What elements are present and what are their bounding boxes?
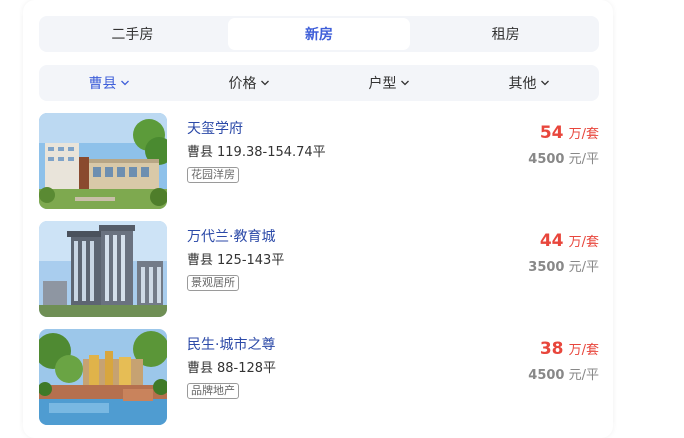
listing-district: 曹县 <box>187 361 214 376</box>
unit-price-unit: 元/平 <box>568 260 599 275</box>
listing-name[interactable]: 民生·城市之尊 <box>187 335 276 355</box>
total-price: 38 <box>539 339 564 359</box>
total-price-unit: 万/套 <box>568 343 599 358</box>
listing-meta: 曹县 88-128平 <box>187 360 276 378</box>
listing-price: 38 万/套 4500 元/平 <box>528 338 599 383</box>
property-type-tabs: 二手房 新房 租房 <box>39 16 599 52</box>
listing-area: 88-128平 <box>217 361 277 376</box>
listing-list: 天玺学府 曹县 119.38-154.74平 花园洋房 54 万/套 4500 元… <box>39 113 599 437</box>
listing-photo[interactable] <box>39 221 167 317</box>
listing-name[interactable]: 天玺学府 <box>187 119 326 139</box>
chevron-down-icon <box>260 78 270 88</box>
listing-info: 民生·城市之尊 曹县 88-128平 品牌地产 <box>187 335 276 399</box>
chevron-down-icon <box>120 78 130 88</box>
filter-other[interactable]: 其他 <box>459 73 599 93</box>
listing-card: 二手房 新房 租房 曹县 价格 户型 其他 天玺学府 曹县 119.38-154… <box>23 0 613 438</box>
total-price: 54 <box>539 123 564 143</box>
tab-new-homes[interactable]: 新房 <box>227 18 411 50</box>
unit-price-unit: 元/平 <box>568 368 599 383</box>
listing-district: 曹县 <box>187 253 214 268</box>
listing-tag: 品牌地产 <box>187 383 239 399</box>
listing-area: 125-143平 <box>217 253 285 268</box>
listing-item[interactable]: 天玺学府 曹县 119.38-154.74平 花园洋房 54 万/套 4500 元… <box>39 113 599 209</box>
listing-meta: 曹县 119.38-154.74平 <box>187 144 326 162</box>
chevron-down-icon <box>540 78 550 88</box>
listing-photo[interactable] <box>39 113 167 209</box>
listing-item[interactable]: 民生·城市之尊 曹县 88-128平 品牌地产 38 万/套 4500 元/平 <box>39 329 599 425</box>
tab-second-hand[interactable]: 二手房 <box>41 18 224 50</box>
listing-tag: 景观居所 <box>187 275 239 291</box>
filter-price-label: 价格 <box>228 76 257 92</box>
total-price-unit: 万/套 <box>568 127 599 142</box>
unit-price: 4500 <box>528 152 565 167</box>
filter-layout-label: 户型 <box>368 76 397 92</box>
listing-price: 54 万/套 4500 元/平 <box>528 122 599 167</box>
listing-item[interactable]: 万代兰·教育城 曹县 125-143平 景观居所 44 万/套 3500 元/平 <box>39 221 599 317</box>
unit-price: 3500 <box>528 260 565 275</box>
filter-district-label: 曹县 <box>88 76 117 92</box>
listing-area: 119.38-154.74平 <box>217 145 326 160</box>
total-price: 44 <box>539 231 564 251</box>
listing-meta: 曹县 125-143平 <box>187 252 284 270</box>
filter-district[interactable]: 曹县 <box>39 73 179 93</box>
listing-price: 44 万/套 3500 元/平 <box>528 230 599 275</box>
tab-rental[interactable]: 租房 <box>414 18 597 50</box>
listing-photo[interactable] <box>39 329 167 425</box>
filter-price[interactable]: 价格 <box>179 73 319 93</box>
filter-other-label: 其他 <box>508 76 537 92</box>
filter-layout[interactable]: 户型 <box>319 73 459 93</box>
chevron-down-icon <box>400 78 410 88</box>
listing-tag: 花园洋房 <box>187 167 239 183</box>
total-price-unit: 万/套 <box>568 235 599 250</box>
listing-name[interactable]: 万代兰·教育城 <box>187 227 284 247</box>
listing-district: 曹县 <box>187 145 214 160</box>
unit-price-unit: 元/平 <box>568 152 599 167</box>
listing-info: 天玺学府 曹县 119.38-154.74平 花园洋房 <box>187 119 326 183</box>
listing-info: 万代兰·教育城 曹县 125-143平 景观居所 <box>187 227 284 291</box>
unit-price: 4500 <box>528 368 565 383</box>
filter-bar: 曹县 价格 户型 其他 <box>39 65 599 101</box>
